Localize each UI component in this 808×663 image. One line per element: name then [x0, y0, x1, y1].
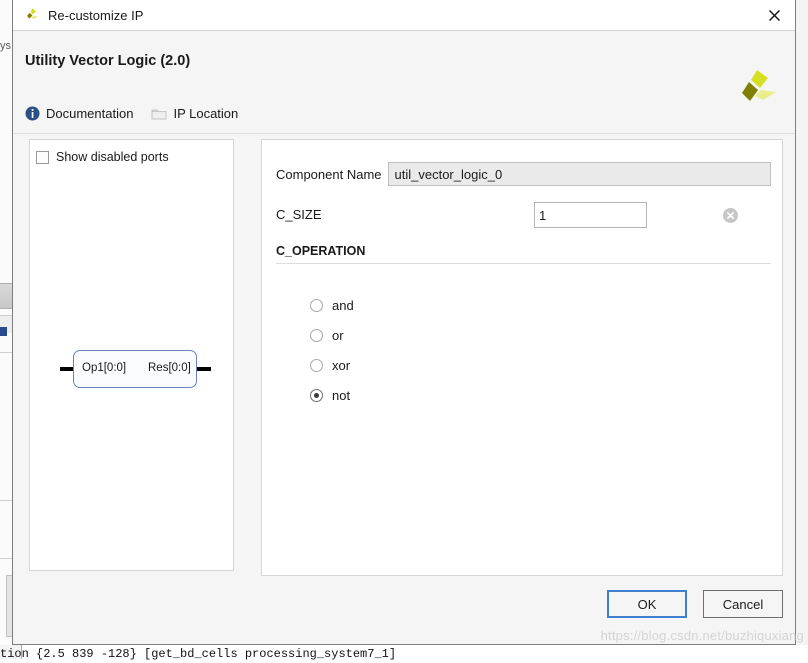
- radio-option-and[interactable]: and: [310, 290, 771, 320]
- radio-label-not: not: [332, 387, 351, 403]
- page-title: Utility Vector Logic (2.0): [25, 53, 191, 69]
- radio-label-xor: xor: [332, 357, 351, 373]
- close-icon[interactable]: [759, 2, 789, 28]
- radio-dot-icon: [310, 298, 323, 312]
- background-left-text: ys: [0, 40, 11, 52]
- c-operation-radio-group: and or xor not: [276, 290, 771, 410]
- ip-symbol-panel: Show disabled ports Op1[0:0] Res[0:0]: [29, 139, 234, 571]
- ok-button[interactable]: OK: [607, 590, 687, 618]
- header-links: Documentation IP Location: [25, 106, 238, 121]
- clear-circle-icon[interactable]: [719, 204, 741, 226]
- ip-location-link[interactable]: IP Location: [151, 106, 238, 121]
- console-strip: tion {2.5 839 -128} [get_bd_cells proces…: [0, 645, 808, 663]
- ip-location-link-label: IP Location: [173, 106, 239, 121]
- xilinx-logo: [742, 70, 776, 101]
- config-panel: Component Name C_SIZE C: [261, 139, 783, 576]
- c-size-field: [534, 202, 738, 228]
- c-operation-group: C_OPERATION and or xor not: [276, 244, 771, 410]
- c-size-label: C_SIZE: [276, 207, 322, 222]
- documentation-link-label: Documentation: [46, 106, 134, 121]
- dialog-header: Utility Vector Logic (2.0) Documentation: [13, 31, 795, 134]
- checkbox-box-icon: [36, 150, 49, 164]
- output-port-label: Res[0:0]: [148, 362, 191, 374]
- dialog-footer: OK Cancel: [13, 578, 795, 644]
- dialog-title: Re-customize IP: [48, 7, 144, 23]
- input-pin-stub: [60, 367, 74, 371]
- radio-dot-icon: [310, 328, 323, 342]
- radio-option-not[interactable]: not: [310, 380, 771, 410]
- c-operation-divider: [276, 263, 771, 264]
- radio-option-or[interactable]: or: [310, 320, 771, 350]
- show-disabled-ports-label: Show disabled ports: [56, 150, 169, 164]
- component-name-label: Component Name: [276, 166, 382, 182]
- cancel-button[interactable]: Cancel: [703, 590, 783, 618]
- radio-label-and: and: [332, 297, 354, 313]
- dialog-body: Show disabled ports Op1[0:0] Res[0:0] Co…: [13, 134, 795, 644]
- folder-icon: [151, 109, 167, 119]
- info-icon: [25, 106, 40, 121]
- component-name-row: Component Name: [276, 162, 771, 186]
- recustomize-ip-dialog: Re-customize IP Utility Vector Logic (2.…: [12, 0, 796, 645]
- component-name-input[interactable]: [387, 162, 771, 186]
- c-operation-label: C_OPERATION: [276, 244, 366, 258]
- console-text: tion {2.5 839 -128} [get_bd_cells proces…: [0, 647, 397, 661]
- documentation-link[interactable]: Documentation: [25, 106, 133, 121]
- ip-block-diagram: Op1[0:0] Res[0:0]: [60, 350, 211, 390]
- c-size-input[interactable]: [535, 204, 719, 226]
- radio-option-xor[interactable]: xor: [310, 350, 771, 380]
- output-pin-stub: [197, 367, 211, 371]
- radio-label-or: or: [332, 327, 344, 343]
- radio-dot-icon: [310, 388, 323, 402]
- show-disabled-ports-checkbox[interactable]: Show disabled ports: [36, 150, 169, 164]
- input-port-label: Op1[0:0]: [82, 362, 127, 374]
- dialog-title-bar: Re-customize IP: [13, 0, 795, 31]
- dialog-button-row: OK Cancel: [607, 590, 783, 618]
- radio-dot-icon: [310, 358, 323, 372]
- c-size-row: C_SIZE: [276, 202, 771, 228]
- xilinx-logo-icon: [27, 8, 39, 20]
- background-selected-item-marker: [0, 327, 7, 336]
